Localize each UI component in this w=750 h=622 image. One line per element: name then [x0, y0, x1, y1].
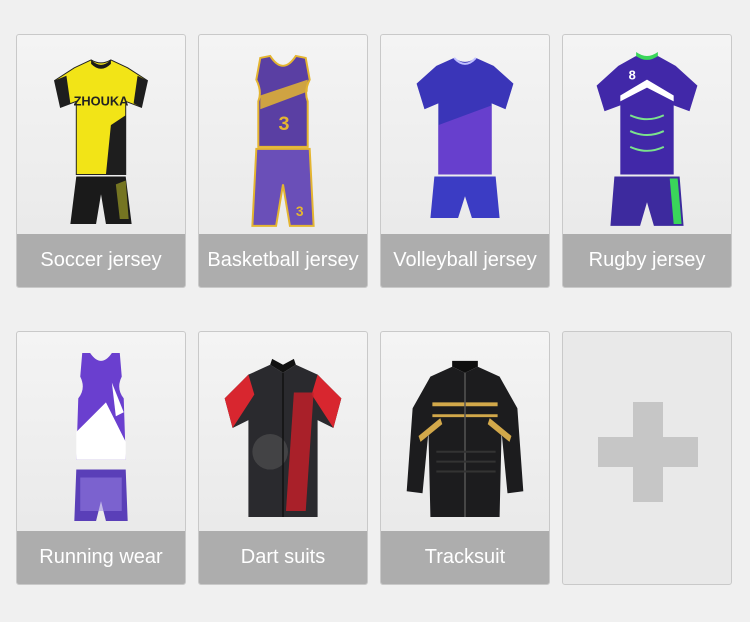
- basketball-jersey-icon: 3 3: [199, 35, 367, 235]
- tracksuit-icon: [381, 332, 549, 532]
- dart-suit-icon: [199, 332, 367, 532]
- caption-dart: Dart suits: [199, 531, 367, 584]
- soccer-brand-text: ZHOUKA: [74, 93, 129, 108]
- product-card-rugby[interactable]: 8 Rugby jersey: [562, 34, 732, 288]
- product-card-dart[interactable]: Dart suits: [198, 331, 368, 585]
- caption-volleyball: Volleyball jersey: [381, 234, 549, 287]
- product-card-soccer[interactable]: ZHOUKA Soccer jersey: [16, 34, 186, 288]
- soccer-jersey-icon: ZHOUKA: [17, 35, 185, 235]
- rugby-jersey-icon: 8: [563, 35, 731, 235]
- add-product-card[interactable]: [562, 331, 732, 585]
- caption-soccer: Soccer jersey: [17, 234, 185, 287]
- rugby-number-text: 8: [629, 68, 636, 83]
- product-card-basketball[interactable]: 3 3 Basketball jersey: [198, 34, 368, 288]
- caption-basketball: Basketball jersey: [199, 234, 367, 287]
- caption-rugby: Rugby jersey: [563, 234, 731, 287]
- basketball-number-text: 3: [278, 113, 289, 135]
- caption-running: Running wear: [17, 531, 185, 584]
- volleyball-jersey-icon: [381, 35, 549, 235]
- running-wear-icon: [17, 332, 185, 532]
- product-card-tracksuit[interactable]: Tracksuit: [380, 331, 550, 585]
- product-card-running[interactable]: Running wear: [16, 331, 186, 585]
- basketball-shorts-number: 3: [296, 203, 304, 219]
- caption-tracksuit: Tracksuit: [381, 531, 549, 584]
- product-card-volleyball[interactable]: Volleyball jersey: [380, 34, 550, 288]
